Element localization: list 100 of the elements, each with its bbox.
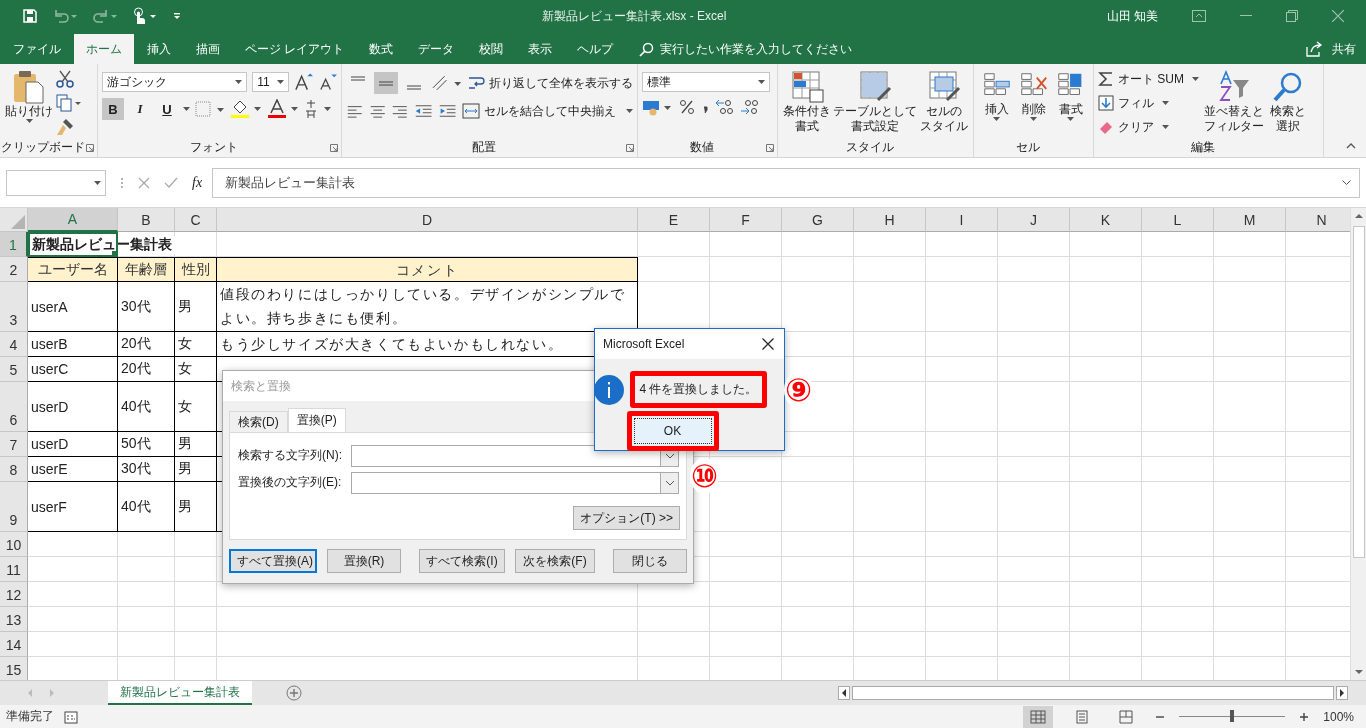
zoom-level[interactable]: 100% [1323,709,1354,724]
ribbon-display-icon[interactable] [1192,10,1206,22]
dialog-launcher-icon[interactable] [766,144,774,152]
normal-view-button[interactable] [1023,705,1054,728]
collapse-ribbon-icon[interactable] [1346,143,1356,149]
column-header[interactable]: B [118,208,175,232]
expand-icon[interactable] [1342,180,1351,185]
dialog-button[interactable]: 次を検索(F) [515,549,595,573]
currency-icon[interactable] [642,98,674,116]
user-name[interactable]: 山田 知美 [1106,7,1158,25]
row-header[interactable]: 12 [0,582,28,607]
dropdown-button[interactable] [660,471,679,494]
editing-button[interactable]: 検索と 選択 [1269,68,1307,138]
row-header[interactable]: 6 [0,382,28,432]
cells-button[interactable]: 削除 [1015,68,1052,137]
phonetic-icon[interactable] [304,99,334,119]
zoom-slider-thumb[interactable] [1230,710,1235,722]
dialog-button[interactable]: すべて置換(A) [229,549,317,573]
column-header[interactable]: H [854,208,926,232]
column-header[interactable]: M [1214,208,1286,232]
vertical-align-button[interactable] [374,72,398,94]
insert-function-button[interactable]: fx [192,174,203,191]
row-header[interactable]: 5 [0,357,28,382]
align-left-icon[interactable] [346,103,364,119]
column-header[interactable]: C [175,208,217,232]
merge-center-button[interactable]: セルを結合して中央揃え [462,100,633,122]
row-header[interactable]: 1 [0,232,28,257]
dialog-launcher-icon[interactable] [86,144,94,152]
ribbon-tab[interactable]: ヘルプ [565,34,626,64]
column-header[interactable]: D [217,208,638,232]
restore-icon[interactable] [1286,10,1298,22]
close-icon[interactable] [762,338,774,350]
ribbon-tab[interactable]: 表示 [516,34,565,64]
touch-mode-icon[interactable] [132,7,158,25]
tell-me-field[interactable]: 実行したい作業を入力してください [660,40,853,58]
format-toggle[interactable]: I [129,98,151,120]
format-toggle[interactable]: B [102,98,124,120]
column-header[interactable]: N [1286,208,1350,232]
ribbon-tab[interactable]: データ [406,34,467,64]
number-format-field[interactable]: 標準 [642,72,770,92]
align-center-icon[interactable] [368,103,386,119]
editing-button[interactable]: オート SUM [1098,68,1199,90]
style-button[interactable]: 条件付き 書式 [782,68,833,137]
undo-icon[interactable] [52,8,78,24]
ribbon-tab[interactable]: ファイル [1,34,73,64]
options-button[interactable]: オプション(T) >> [573,506,680,530]
scroll-right-icon[interactable] [1336,686,1348,700]
paste-button[interactable]: 貼り付け [4,68,54,137]
column-header[interactable]: E [638,208,710,232]
format-toggle[interactable]: U [156,98,178,120]
column-header[interactable]: F [710,208,782,232]
add-sheet-icon[interactable] [286,685,302,701]
row-header[interactable]: 3 [0,282,28,332]
cells-button[interactable]: 書式 [1052,68,1089,137]
formula-field[interactable]: 新製品レビュー集計表 [212,167,1360,198]
align-right-icon[interactable] [391,103,409,119]
format-painter-icon[interactable] [56,118,74,136]
dialog-button[interactable]: 置換(R) [327,549,401,573]
column-header[interactable]: A [28,208,118,232]
editing-button[interactable]: クリア [1098,116,1199,138]
increase-decimal-icon[interactable] [715,98,735,116]
save-icon[interactable] [22,8,38,24]
column-header[interactable]: K [1070,208,1142,232]
style-button[interactable]: テーブルとして 書式設定 [832,68,919,137]
column-header[interactable]: J [998,208,1070,232]
share-icon[interactable] [1306,41,1324,57]
share-button[interactable]: 共有 [1332,40,1356,58]
increase-indent-icon[interactable] [437,103,457,119]
ribbon-tab[interactable]: ホーム [74,34,134,64]
row-header[interactable]: 10 [0,532,28,557]
ribbon-tab[interactable]: 校閲 [467,34,516,64]
border-icon[interactable] [195,101,225,117]
ribbon-tab[interactable]: 数式 [357,34,406,64]
wrap-text-button[interactable]: 折り返して全体を表示する [467,72,633,94]
percent-icon[interactable] [679,99,695,115]
sheet-tab[interactable]: 新製品レビュー集計表 [108,681,252,705]
grow-font-icon[interactable] [293,72,313,92]
row-header[interactable]: 14 [0,632,28,657]
column-header[interactable]: I [926,208,998,232]
cell-cursor[interactable] [28,232,118,257]
dialog-button[interactable]: 閉じる [613,549,687,573]
font-color-icon[interactable] [267,99,299,119]
minimize-icon[interactable] [1240,15,1252,17]
ok-button[interactable]: OK [633,418,712,444]
editing-button[interactable]: フィル [1098,92,1199,114]
enter-icon[interactable] [164,176,178,189]
decrease-decimal-icon[interactable] [740,98,760,116]
ribbon-tab[interactable]: 描画 [184,34,232,64]
style-button[interactable]: セルの スタイル [918,68,969,137]
input-field[interactable] [351,471,660,494]
scroll-thumb[interactable] [1353,226,1365,558]
row-header[interactable]: 8 [0,457,28,482]
dialog-tab[interactable]: 置換(P) [287,408,346,432]
row-header[interactable]: 4 [0,332,28,357]
customize-icon[interactable] [172,11,182,21]
dialog-launcher-icon[interactable] [330,144,338,152]
font-name-field[interactable]: 游ゴシック [102,72,248,92]
row-header[interactable]: 7 [0,432,28,457]
column-header[interactable]: G [782,208,854,232]
cells-button[interactable]: 挿入 [978,68,1015,137]
